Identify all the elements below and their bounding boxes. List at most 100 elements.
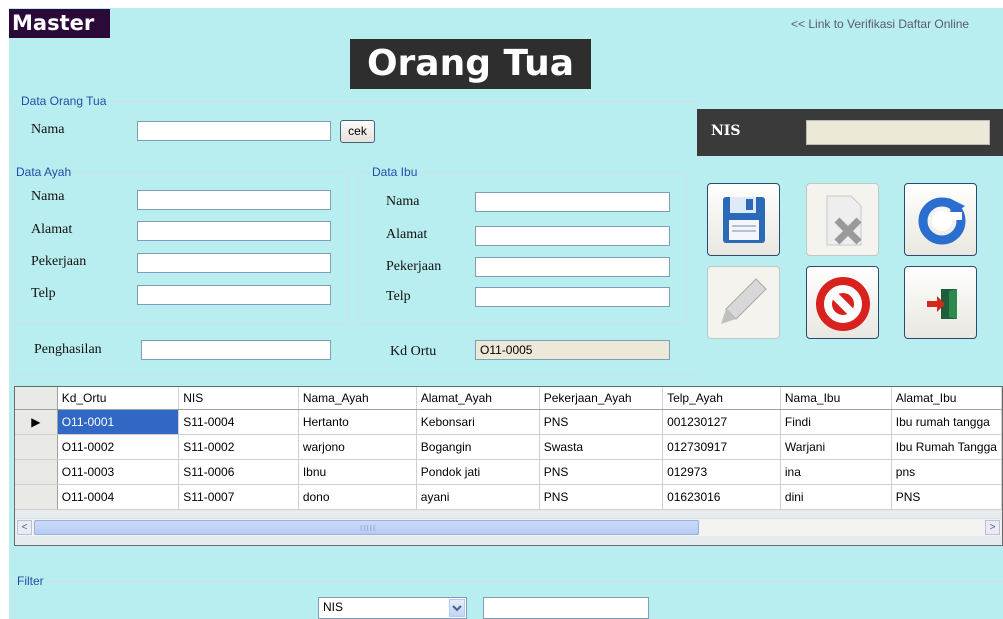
- filter-value-input[interactable]: [483, 597, 649, 619]
- table-cell[interactable]: S11-0007: [178, 484, 299, 510]
- table-cell[interactable]: PNS: [539, 484, 664, 510]
- scroll-grip: IIIII: [360, 524, 377, 533]
- ortu-nama-input[interactable]: [137, 121, 331, 141]
- table-cell[interactable]: PNS: [891, 484, 1002, 510]
- table-cell[interactable]: dono: [298, 484, 417, 510]
- exit-icon: [927, 289, 957, 319]
- ibu-telp-input[interactable]: [475, 287, 670, 307]
- edit-button[interactable]: [707, 266, 780, 339]
- column-header[interactable]: Telp_Ayah: [662, 387, 781, 410]
- scroll-left-button[interactable]: <: [17, 520, 32, 535]
- ibu-pekerjaan-input[interactable]: [475, 257, 670, 277]
- delete-icon: [826, 195, 862, 246]
- verifikasi-link[interactable]: << Link to Verifikasi Daftar Online: [791, 17, 969, 31]
- nis-field: [806, 120, 990, 145]
- table-cell[interactable]: dini: [780, 484, 892, 510]
- filter-legend: Filter: [15, 574, 46, 588]
- table-cell[interactable]: Kebonsari: [416, 409, 540, 435]
- table-row[interactable]: ▶ O11-0001 S11-0004 Hertanto Kebonsari P…: [15, 409, 1002, 435]
- save-button[interactable]: [707, 183, 780, 256]
- table-cell[interactable]: O11-0001: [57, 409, 180, 435]
- table-cell[interactable]: Ibu rumah tangga: [891, 409, 1002, 435]
- orang-tua-form: Master << Link to Verifikasi Daftar Onli…: [9, 8, 1003, 619]
- table-row[interactable]: O11-0002 S11-0002 warjono Bogangin Swast…: [15, 434, 1002, 460]
- scroll-thumb[interactable]: IIIII: [34, 520, 699, 535]
- table-cell[interactable]: PNS: [539, 459, 664, 485]
- exit-button[interactable]: [904, 266, 977, 339]
- table-cell[interactable]: Bogangin: [416, 434, 540, 460]
- refresh-button[interactable]: [904, 183, 977, 256]
- ayah-nama-input[interactable]: [137, 190, 331, 210]
- table-cell[interactable]: Warjani: [780, 434, 892, 460]
- row-header[interactable]: [15, 434, 58, 460]
- ayah-telp-label: Telp: [31, 286, 56, 301]
- ortu-nama-label: Nama: [31, 122, 65, 137]
- ayah-telp-input[interactable]: [137, 285, 331, 305]
- nis-label: NIS: [711, 123, 741, 139]
- kd-ortu-field: O11-0005: [475, 340, 670, 360]
- table-cell[interactable]: S11-0006: [178, 459, 299, 485]
- ayah-alamat-label: Alamat: [31, 222, 73, 237]
- table-cell[interactable]: 01623016: [662, 484, 781, 510]
- cancel-button[interactable]: [806, 266, 879, 339]
- table-cell[interactable]: O11-0004: [57, 484, 180, 510]
- table-cell[interactable]: Hertanto: [298, 409, 417, 435]
- row-header[interactable]: [15, 484, 58, 510]
- penghasilan-input[interactable]: [141, 340, 331, 360]
- ibu-nama-input[interactable]: [475, 192, 670, 212]
- table-cell[interactable]: Findi: [780, 409, 892, 435]
- row-header[interactable]: [15, 459, 58, 485]
- ayah-alamat-input[interactable]: [137, 221, 331, 241]
- table-cell[interactable]: warjono: [298, 434, 417, 460]
- nis-panel: NIS: [697, 109, 1003, 156]
- scroll-right-button[interactable]: >: [985, 520, 1000, 535]
- table-cell[interactable]: 001230127: [662, 409, 781, 435]
- master-label: Master: [9, 9, 110, 38]
- table-cell[interactable]: ayani: [416, 484, 540, 510]
- table-cell[interactable]: ina: [780, 459, 892, 485]
- column-header[interactable]: Nama_Ayah: [298, 387, 417, 410]
- cancel-icon: [816, 277, 870, 331]
- table-cell[interactable]: Ibnu: [298, 459, 417, 485]
- table-cell[interactable]: 012730917: [662, 434, 781, 460]
- ibu-nama-label: Nama: [386, 194, 420, 209]
- table-cell[interactable]: S11-0004: [178, 409, 299, 435]
- ayah-nama-label: Nama: [31, 189, 65, 204]
- table-cell[interactable]: O11-0003: [57, 459, 180, 485]
- grid-header-row: Kd_Ortu NIS Nama_Ayah Alamat_Ayah Pekerj…: [15, 387, 1002, 410]
- column-header[interactable]: Pekerjaan_Ayah: [539, 387, 664, 410]
- kd-ortu-label: Kd Ortu: [390, 344, 437, 359]
- table-row[interactable]: O11-0003 S11-0006 Ibnu Pondok jati PNS 0…: [15, 459, 1002, 485]
- ibu-alamat-label: Alamat: [386, 227, 428, 242]
- table-row[interactable]: O11-0004 S11-0007 dono ayani PNS 0162301…: [15, 484, 1002, 510]
- page-title: Orang Tua: [350, 39, 591, 89]
- ibu-alamat-input[interactable]: [475, 226, 670, 246]
- table-cell[interactable]: pns: [891, 459, 1002, 485]
- table-cell[interactable]: 012973: [662, 459, 781, 485]
- data-ibu-legend: Data Ibu: [370, 165, 420, 179]
- table-cell[interactable]: Ibu Rumah Tangga: [891, 434, 1002, 460]
- column-header[interactable]: Alamat_Ayah: [416, 387, 540, 410]
- column-header[interactable]: NIS: [178, 387, 299, 410]
- data-ayah-legend: Data Ayah: [14, 165, 74, 179]
- ayah-pekerjaan-input[interactable]: [137, 253, 331, 273]
- table-cell[interactable]: Swasta: [539, 434, 664, 460]
- horizontal-scrollbar[interactable]: < IIIII >: [16, 518, 1001, 536]
- column-header[interactable]: Nama_Ibu: [780, 387, 892, 410]
- chevron-down-icon[interactable]: [449, 599, 465, 617]
- delete-button[interactable]: [806, 183, 879, 256]
- column-header[interactable]: Alamat_Ibu: [891, 387, 1002, 410]
- filter-field-value: NIS: [323, 600, 344, 614]
- filter-field-select[interactable]: NIS: [318, 597, 467, 619]
- grid-corner-header: [15, 387, 58, 410]
- column-header[interactable]: Kd_Ortu: [57, 387, 180, 410]
- save-icon: [723, 197, 765, 243]
- orang-tua-grid[interactable]: Kd_Ortu NIS Nama_Ayah Alamat_Ayah Pekerj…: [14, 386, 1003, 546]
- current-row-indicator[interactable]: ▶: [15, 409, 58, 435]
- data-orang-tua-legend: Data Orang Tua: [19, 94, 109, 108]
- table-cell[interactable]: Pondok jati: [416, 459, 540, 485]
- cek-button[interactable]: cek: [340, 120, 375, 143]
- table-cell[interactable]: PNS: [539, 409, 664, 435]
- table-cell[interactable]: S11-0002: [178, 434, 299, 460]
- table-cell[interactable]: O11-0002: [57, 434, 180, 460]
